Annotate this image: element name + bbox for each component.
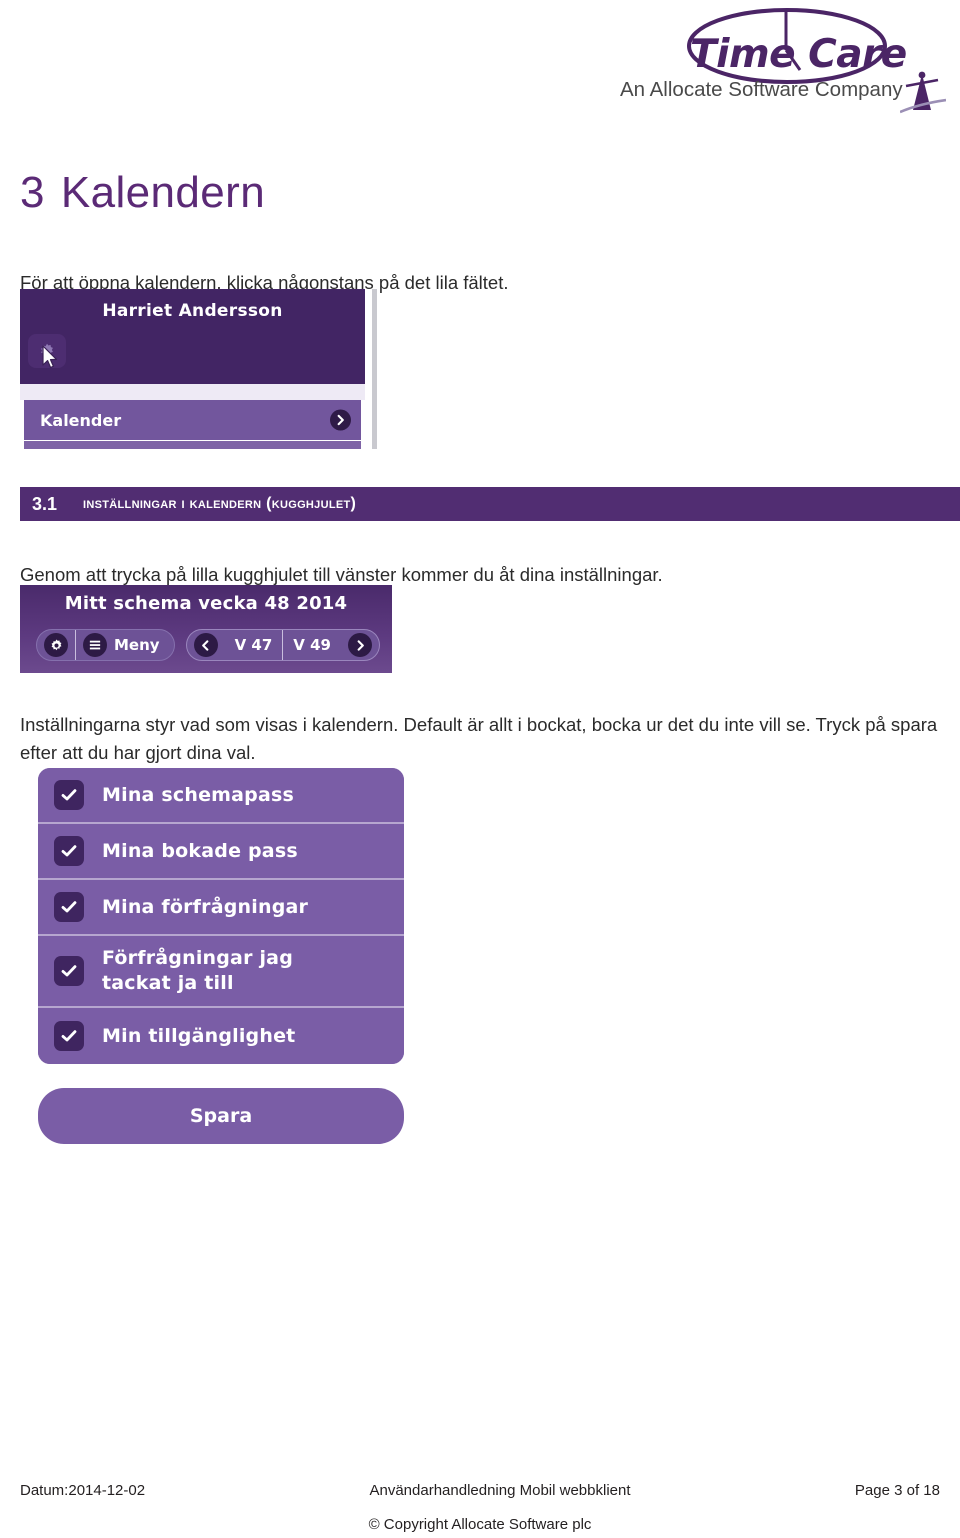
- gear-icon: [51, 639, 61, 650]
- page-footer: Datum:2014-12-02 Användarhandledning Mob…: [20, 1482, 940, 1499]
- footer-copyright: © Copyright Allocate Software plc: [368, 1516, 592, 1533]
- profile-screenshot-image: Harriet Andersson Kalender: [20, 289, 385, 449]
- chevron-right-icon: [357, 639, 364, 651]
- section-number: 3.1: [32, 493, 58, 514]
- footer-document-title: Användarhandledning Mobil webbklient: [369, 1482, 631, 1499]
- time-care-logo: Time Care An Allocate Software Company: [620, 8, 950, 128]
- profile-screenshot-body: Harriet Andersson Kalender: [20, 289, 365, 449]
- logo-wordmark: Time Care: [690, 32, 907, 77]
- previous-week-label: V 47: [234, 636, 273, 654]
- checkmark-icon[interactable]: [54, 956, 84, 986]
- next-week-button[interactable]: [348, 633, 372, 657]
- calendar-menu-label: Meny: [114, 636, 160, 654]
- toolbar-divider: [75, 630, 76, 660]
- settings-item[interactable]: Förfrågningar jag tackat ja till: [38, 936, 404, 1008]
- chevron-right-icon: [330, 409, 351, 431]
- hamburger-menu-icon: [89, 640, 101, 650]
- settings-item-label: Min tillgänglighet: [102, 1024, 296, 1047]
- page-title: 3 Kalendern: [20, 168, 265, 218]
- settings-item-label: Mina schemapass: [102, 783, 295, 806]
- chevron-left-icon: [202, 639, 209, 651]
- checkmark-icon[interactable]: [54, 836, 84, 866]
- previous-week-button[interactable]: [193, 633, 218, 657]
- calendar-week-nav-group: V 47 V 49: [185, 629, 380, 661]
- profile-row-kalender[interactable]: Kalender: [24, 400, 361, 440]
- checkmark-icon[interactable]: [54, 892, 84, 922]
- logo-tagline: An Allocate Software Company: [620, 78, 903, 101]
- settings-item-label: Mina förfrågningar: [102, 895, 309, 918]
- footer-page-number: Page 3 of 18: [854, 1482, 940, 1499]
- allocate-figure-icon: [900, 71, 946, 114]
- profile-row-next[interactable]: [24, 441, 361, 449]
- settings-item[interactable]: Mina schemapass: [38, 768, 404, 824]
- calendar-menu-button[interactable]: [83, 633, 107, 657]
- settings-item-label: Mina bokade pass: [102, 839, 298, 862]
- checkmark-icon[interactable]: [54, 1021, 84, 1051]
- profile-divider: [20, 384, 365, 400]
- profile-user-name: Harriet Andersson: [102, 301, 283, 321]
- settings-checkbox-list: Mina schemapass Mina bokade pass Mina fö…: [38, 768, 404, 1064]
- checkmark-icon[interactable]: [54, 780, 84, 810]
- next-week-label: V 49: [293, 636, 331, 654]
- calendar-settings-button[interactable]: [44, 633, 68, 657]
- save-button-label: Spara: [189, 1105, 253, 1127]
- profile-row-label: Kalender: [40, 410, 122, 430]
- save-button[interactable]: Spara: [38, 1088, 404, 1144]
- settings-panel-screenshot-image: Mina schemapass Mina bokade pass Mina fö…: [18, 758, 408, 1158]
- profile-scrollbar[interactable]: [372, 289, 377, 449]
- section-title: Inställningar i kalendern (kugghjulet): [83, 495, 357, 512]
- settings-item[interactable]: Mina förfrågningar: [38, 880, 404, 936]
- settings-item[interactable]: Mina bokade pass: [38, 824, 404, 880]
- calendar-toolbar-title: Mitt schema vecka 48 2014: [64, 593, 348, 614]
- page-title-number: 3: [20, 168, 45, 217]
- mouse-cursor-icon: [42, 345, 58, 369]
- footer-date: Datum:2014-12-02: [20, 1482, 146, 1499]
- settings-item[interactable]: Min tillgänglighet: [38, 1008, 404, 1064]
- page-title-text: Kalendern: [60, 168, 266, 217]
- page-header: Time Care An Allocate Software Company: [0, 0, 960, 150]
- calendar-toolbar-left-group: Meny: [36, 629, 175, 661]
- section-heading-3-1: 3.1 Inställningar i kalendern (kugghjule…: [20, 487, 960, 521]
- settings-item-label: Förfrågningar jag tackat ja till: [102, 947, 293, 994]
- calendar-toolbar-bar: Mitt schema vecka 48 2014 Meny V 47 V 49: [20, 585, 392, 673]
- profile-header-bar: Harriet Andersson: [20, 289, 365, 384]
- toolbar-baseline: [20, 673, 392, 677]
- calendar-toolbar-screenshot-image: Mitt schema vecka 48 2014 Meny V 47 V 49: [20, 585, 392, 677]
